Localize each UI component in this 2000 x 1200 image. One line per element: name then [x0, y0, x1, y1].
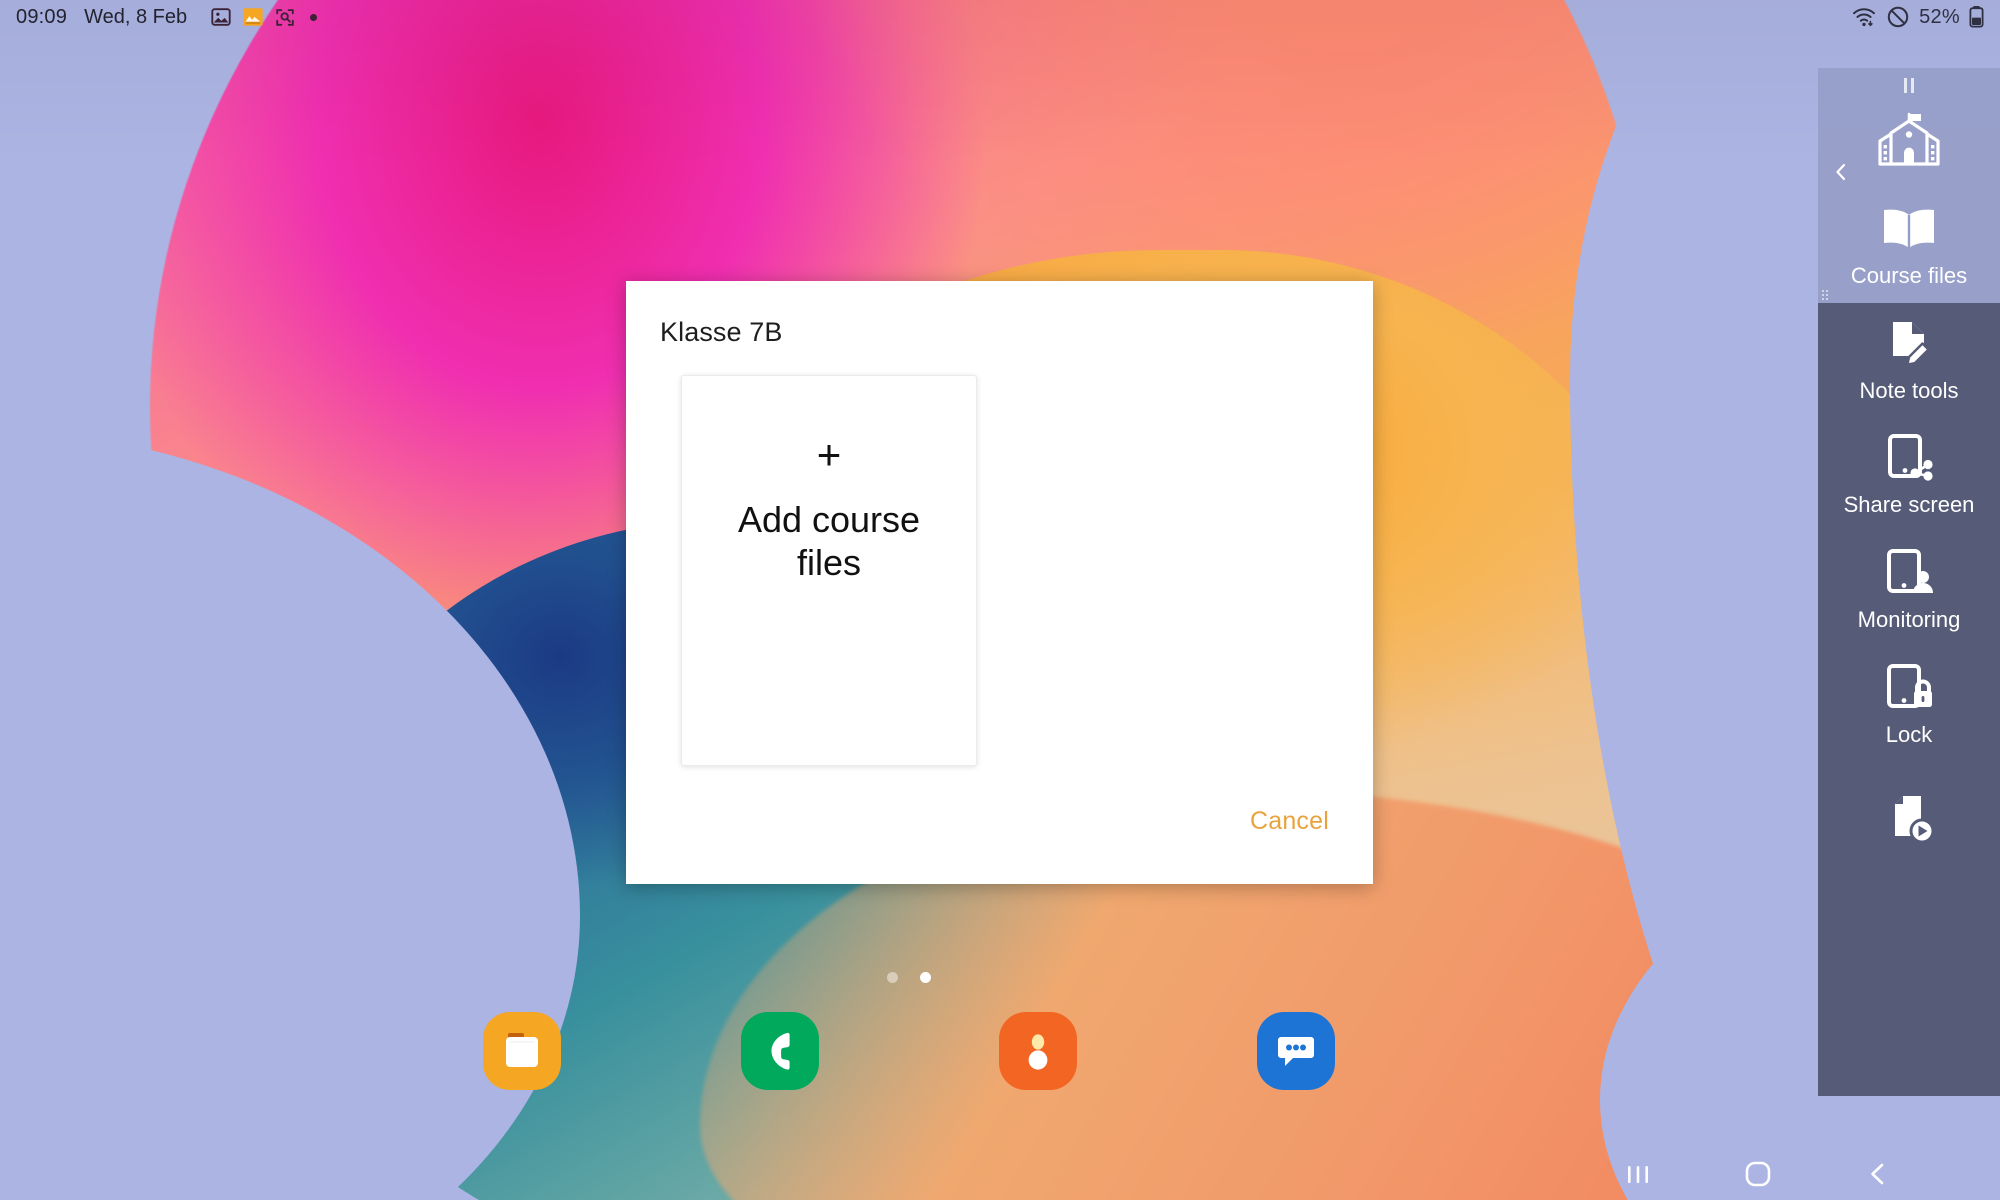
- note-pencil-icon: [1881, 313, 1937, 375]
- edge-panel-grabber[interactable]: [1818, 72, 2000, 98]
- edge-panel-item-label: Lock: [1885, 721, 1933, 747]
- tablet-lock-icon: [1881, 657, 1937, 719]
- pause-handle-icon: [1904, 77, 1914, 93]
- home-button[interactable]: [1698, 1156, 1818, 1192]
- phone-icon: [771, 1032, 790, 1070]
- navigation-bar: [0, 1148, 2000, 1200]
- edge-panel-item-share-screen[interactable]: Share screen: [1818, 417, 2000, 532]
- edge-panel-top-section: Course files: [1818, 68, 2000, 303]
- school-building-icon: [1876, 108, 1942, 170]
- edge-panel-item-label: Note tools: [1859, 377, 1959, 403]
- open-book-icon: [1878, 198, 1940, 260]
- edge-panel-item-monitoring[interactable]: Monitoring: [1818, 532, 2000, 647]
- message-icon: [1278, 1037, 1314, 1066]
- status-bar-right: 52%: [1851, 5, 1984, 29]
- notification-icons[interactable]: [210, 6, 318, 28]
- date-label: Wed, 8 Feb: [84, 5, 188, 28]
- dialog-title: Klasse 7B: [660, 317, 783, 347]
- chevron-left-icon: [1836, 163, 1846, 181]
- page-dot-active[interactable]: [920, 972, 931, 983]
- home-page-indicator: [0, 972, 1818, 983]
- scan-search-icon: [276, 9, 294, 26]
- status-bar-left: 09:09 Wed, 8 Feb: [16, 5, 318, 29]
- edge-panel-item-lock[interactable]: Lock: [1818, 647, 2000, 762]
- folder-icon: [506, 1033, 538, 1067]
- back-icon: [1871, 1163, 1884, 1185]
- status-bar: 09:09 Wed, 8 Feb 52%: [0, 0, 2000, 34]
- tablet-person-icon: [1881, 542, 1937, 604]
- dock: [0, 1012, 1818, 1090]
- device-screen: 09:09 Wed, 8 Feb 52% Course files Note t…: [0, 0, 2000, 1200]
- battery-percent: 52%: [1919, 5, 1960, 28]
- plus-icon: +: [816, 431, 842, 478]
- notification-dot-icon: [310, 13, 318, 21]
- gallery-icon: [211, 8, 231, 26]
- edge-panel: Course files Note tools Share screen Mon…: [1818, 68, 2000, 1096]
- edge-panel-item-note-tools[interactable]: Note tools: [1818, 303, 2000, 418]
- edge-panel-item-file-play[interactable]: [1818, 761, 2000, 867]
- add-course-files-card[interactable]: + Add course files: [681, 375, 977, 766]
- edge-panel-resize-handle[interactable]: [1822, 289, 1832, 300]
- edge-panel-collapse-button[interactable]: [1830, 160, 1852, 189]
- cancel-button[interactable]: Cancel: [1244, 803, 1335, 840]
- wifi-icon: [1853, 8, 1876, 27]
- home-icon: [1745, 1161, 1771, 1187]
- edge-panel-bottom-section: Note tools Share screen Monitoring Lock: [1818, 302, 2000, 1096]
- clock: 09:09: [16, 5, 68, 28]
- file-play-icon: [1881, 787, 1937, 849]
- do-not-disturb-icon: [1887, 6, 1909, 28]
- recents-icon: [1628, 1166, 1648, 1183]
- edge-panel-item-label: Course files: [1850, 263, 1968, 288]
- recents-button[interactable]: [1578, 1157, 1698, 1191]
- edge-panel-item-label: Monitoring: [1857, 606, 1961, 632]
- app-orange-icon: [243, 8, 263, 26]
- phone-app[interactable]: [741, 1012, 819, 1090]
- edge-panel-item-label: Share screen: [1843, 492, 1975, 518]
- add-course-files-label: Add course files: [737, 499, 921, 584]
- battery-icon: [1969, 6, 1984, 28]
- back-button[interactable]: [1818, 1157, 1938, 1191]
- page-dot[interactable]: [887, 972, 898, 983]
- edge-panel-item-course-files[interactable]: Course files: [1818, 188, 2000, 303]
- contact-icon: [1028, 1034, 1048, 1070]
- messages-app[interactable]: [1257, 1012, 1335, 1090]
- course-files-dialog: Klasse 7B + Add course files Cancel: [626, 281, 1373, 884]
- my-files-app[interactable]: [483, 1012, 561, 1090]
- tablet-share-icon: [1881, 427, 1937, 489]
- contacts-app[interactable]: [999, 1012, 1077, 1090]
